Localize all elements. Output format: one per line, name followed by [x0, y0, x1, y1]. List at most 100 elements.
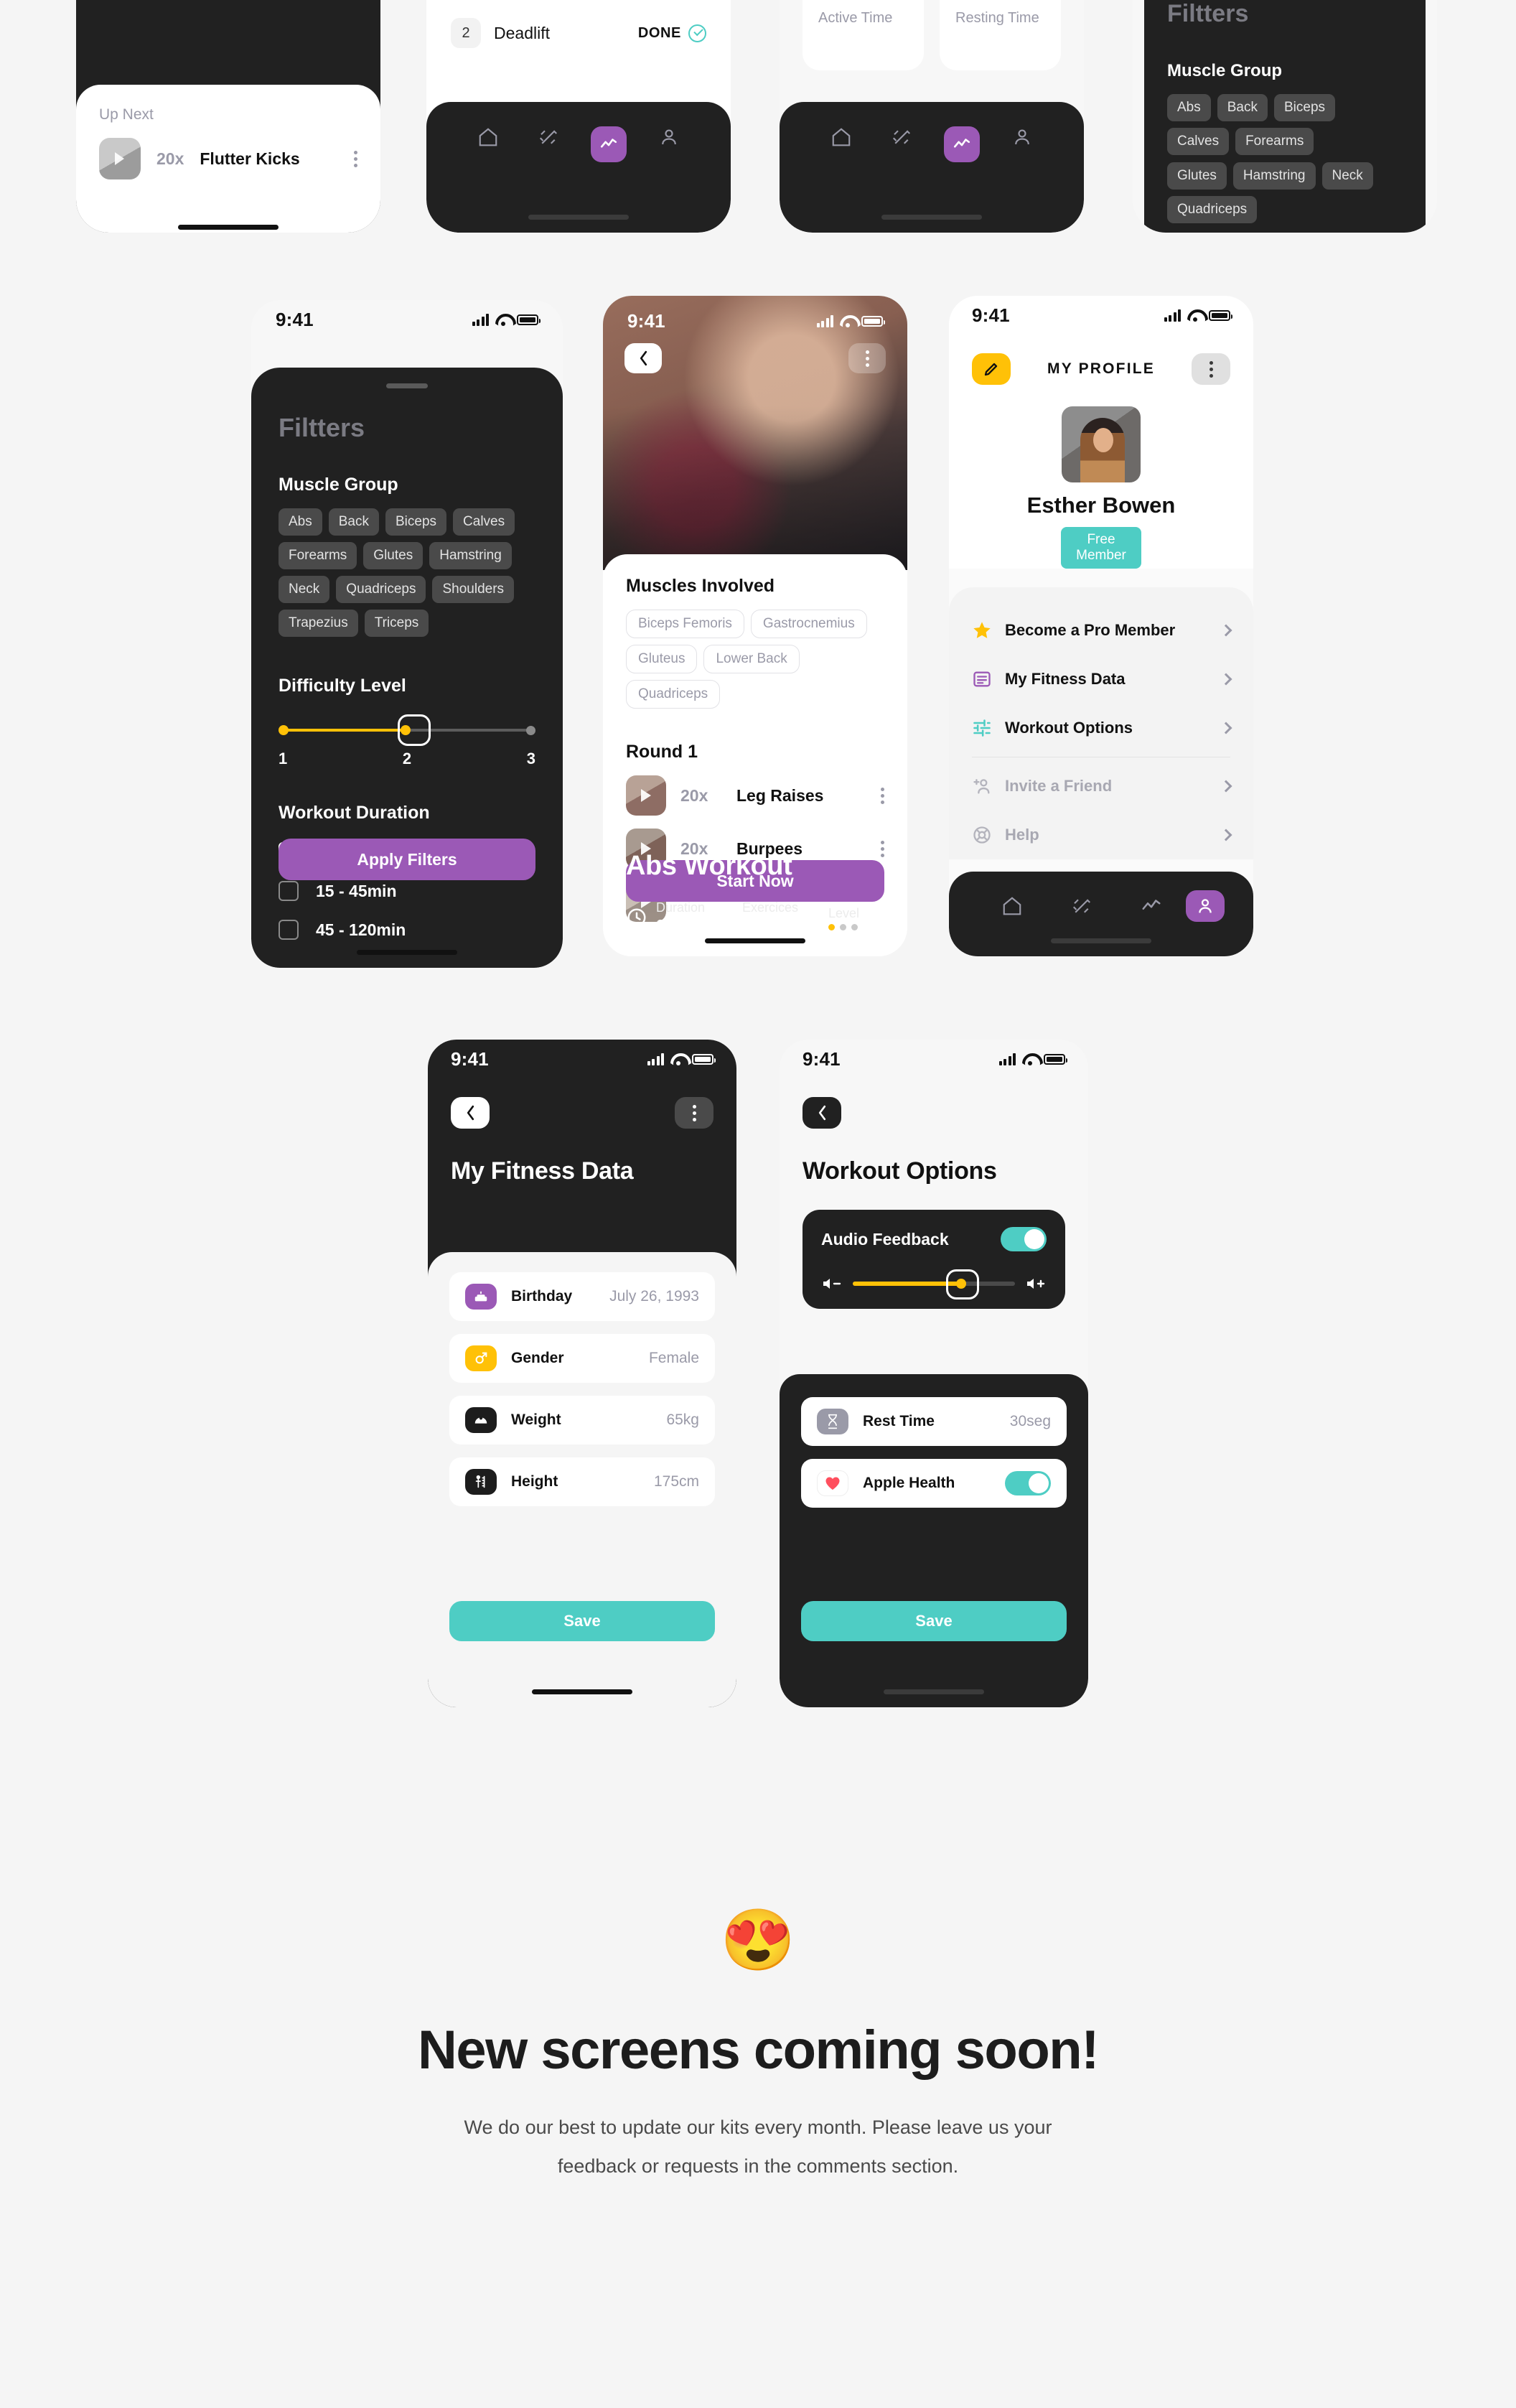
status-bar: 9:41	[251, 300, 563, 339]
muscle-chip[interactable]: Glutes	[1167, 162, 1227, 190]
signal-icon	[472, 313, 489, 326]
phone-abs-workout: 9:41 Abs Workout Duration 20min Exercice…	[603, 296, 907, 956]
exercise-row[interactable]: 20x Leg Raises	[626, 775, 884, 816]
tab-profile[interactable]	[992, 126, 1052, 148]
fitness-row-weight[interactable]: Weight 65kg	[449, 1396, 715, 1445]
tab-home[interactable]	[978, 890, 1047, 922]
muscle-chip[interactable]: Quadriceps	[626, 680, 721, 709]
row-value: 175cm	[653, 1473, 699, 1490]
save-button[interactable]: Save	[449, 1601, 715, 1641]
more-options-icon[interactable]	[354, 150, 357, 167]
sheet-grabber[interactable]	[386, 383, 428, 388]
menu-item-workout-options[interactable]: Workout Options	[972, 704, 1232, 752]
muscle-chip[interactable]: Back	[1217, 94, 1268, 121]
option-row-rest-time[interactable]: Rest Time 30seg	[801, 1397, 1067, 1446]
muscle-chip[interactable]: Biceps	[385, 508, 447, 536]
home-indicator	[881, 215, 982, 220]
apply-filters-button[interactable]: Apply Filters	[279, 839, 535, 880]
more-options-button[interactable]	[1192, 353, 1230, 385]
exercise-thumbnail[interactable]	[626, 775, 666, 816]
volume-down-icon[interactable]	[821, 1276, 843, 1292]
tab-workouts[interactable]	[871, 126, 932, 148]
exercise-name: Leg Raises	[736, 785, 824, 805]
tab-home[interactable]	[458, 126, 518, 148]
back-button[interactable]	[451, 1097, 490, 1129]
up-next-row[interactable]: 20x Flutter Kicks	[99, 138, 357, 179]
slider-knob-outline	[397, 714, 431, 746]
muscle-chip[interactable]: Forearms	[279, 542, 357, 569]
muscle-chip[interactable]: Abs	[279, 508, 322, 536]
difficulty-slider[interactable]	[279, 714, 535, 746]
muscle-chip[interactable]: Biceps	[1274, 94, 1336, 121]
muscle-chip[interactable]: Forearms	[1235, 128, 1314, 155]
menu-item-fitness-data[interactable]: My Fitness Data	[972, 655, 1232, 704]
back-button[interactable]	[624, 343, 662, 373]
duration-option[interactable]: 45 - 120min	[279, 920, 535, 940]
sliders-icon	[972, 718, 992, 738]
save-button[interactable]: Save	[801, 1601, 1067, 1641]
tab-stats[interactable]	[1116, 890, 1186, 922]
muscle-chip[interactable]: Triceps	[364, 610, 429, 637]
fitness-row-gender[interactable]: Gender Female	[449, 1334, 715, 1383]
volume-slider[interactable]	[853, 1269, 1015, 1299]
fitness-header: 9:41 My Fitness Data	[428, 1040, 736, 1185]
workout-detail-sheet: Muscles Involved Biceps Femoris Gastrocn…	[603, 554, 907, 956]
tab-stats[interactable]	[932, 126, 992, 162]
exercise-name: Deadlift	[494, 23, 550, 42]
row-label: Height	[511, 1473, 558, 1490]
muscle-chip[interactable]: Neck	[1321, 162, 1373, 190]
chevron-right-icon	[1220, 780, 1232, 793]
muscle-chip[interactable]: Calves	[453, 508, 515, 536]
muscle-chip[interactable]: Glutes	[363, 542, 424, 569]
muscle-chip[interactable]: Abs	[1167, 94, 1211, 121]
add-person-icon	[972, 776, 992, 796]
stat-label: Active Time	[818, 10, 893, 26]
more-options-button[interactable]	[675, 1097, 713, 1129]
volume-up-icon[interactable]	[1025, 1276, 1047, 1292]
muscle-chip[interactable]: Hamstring	[1232, 162, 1316, 190]
menu-item-become-pro[interactable]: Become a Pro Member	[972, 606, 1232, 655]
menu-item-label: My Fitness Data	[1005, 670, 1126, 688]
back-button[interactable]	[803, 1097, 841, 1129]
tab-home[interactable]	[811, 126, 871, 148]
muscle-chip[interactable]: Trapezius	[279, 610, 358, 637]
status-indicators	[998, 1053, 1067, 1065]
muscle-chip[interactable]: Quadriceps	[1167, 196, 1258, 223]
fitness-row-birthday[interactable]: Birthday July 26, 1993	[449, 1272, 715, 1321]
menu-item-invite-friend[interactable]: Invite a Friend	[972, 762, 1232, 811]
tab-workouts[interactable]	[1047, 890, 1117, 922]
avatar[interactable]	[1062, 406, 1141, 482]
tab-workouts[interactable]	[518, 126, 579, 148]
muscle-chip[interactable]: Lower Back	[703, 645, 800, 673]
duration-option[interactable]: 15 - 45min	[279, 881, 535, 901]
apple-health-toggle[interactable]	[1005, 1471, 1051, 1495]
muscle-chip[interactable]: Back	[328, 508, 379, 536]
row-label: Weight	[511, 1411, 561, 1428]
tab-profile[interactable]	[639, 126, 699, 148]
tab-profile[interactable]	[1186, 890, 1225, 922]
duration-label: Workout Duration	[279, 803, 430, 823]
muscle-chip[interactable]: Shoulders	[432, 576, 515, 603]
muscles-label: Muscles Involved	[626, 576, 775, 596]
muscle-chip[interactable]: Hamstring	[429, 542, 512, 569]
more-options-icon[interactable]	[881, 840, 884, 857]
fitness-row-height[interactable]: Height 175cm	[449, 1457, 715, 1506]
option-row-apple-health[interactable]: Apple Health	[801, 1459, 1067, 1508]
muscle-chip[interactable]: Gastrocnemius	[750, 610, 867, 638]
exercise-thumbnail[interactable]	[99, 138, 141, 179]
more-options-icon[interactable]	[881, 787, 884, 804]
up-next-label: Up Next	[99, 106, 154, 123]
edit-profile-button[interactable]	[972, 353, 1011, 385]
audio-feedback-toggle[interactable]	[1001, 1227, 1047, 1251]
muscle-chip[interactable]: Neck	[279, 576, 330, 603]
muscle-chip[interactable]: Quadriceps	[336, 576, 426, 603]
checkbox[interactable]	[279, 920, 299, 940]
menu-item-help[interactable]: Help	[972, 811, 1232, 859]
checkbox[interactable]	[279, 881, 299, 901]
muscle-chip[interactable]: Biceps Femoris	[626, 610, 744, 638]
muscle-chip[interactable]: Gluteus	[626, 645, 698, 673]
more-options-button[interactable]	[848, 343, 886, 373]
tab-stats[interactable]	[579, 126, 639, 162]
exercise-row[interactable]: 2 Deadlift DONE	[451, 18, 706, 48]
muscle-chip[interactable]: Calves	[1167, 128, 1230, 155]
